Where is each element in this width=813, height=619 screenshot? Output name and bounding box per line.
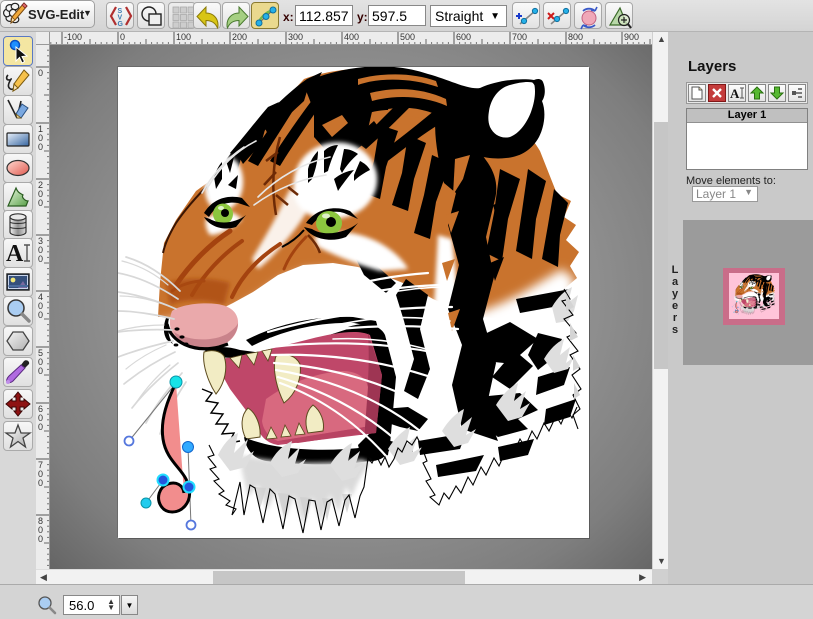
svg-text:0: 0: [38, 366, 43, 376]
svg-text:400: 400: [344, 32, 359, 42]
svg-text:600: 600: [456, 32, 471, 42]
svg-text:A: A: [730, 86, 740, 101]
svg-text:0: 0: [120, 32, 125, 42]
svg-text:500: 500: [400, 32, 415, 42]
svg-text:0: 0: [38, 198, 43, 208]
svg-text:A: A: [6, 241, 24, 267]
svg-text:0: 0: [38, 254, 43, 264]
svg-text:0: 0: [38, 422, 43, 432]
svg-text:0: 0: [38, 310, 43, 320]
svg-text:0: 0: [38, 68, 43, 78]
svg-text:0: 0: [38, 534, 43, 544]
svg-text:700: 700: [512, 32, 527, 42]
svg-text:900: 900: [624, 32, 639, 42]
svg-text:800: 800: [568, 32, 583, 42]
svg-text:200: 200: [232, 32, 247, 42]
svg-text:G: G: [118, 21, 124, 28]
svg-text:0: 0: [38, 478, 43, 488]
svg-text:-100: -100: [64, 32, 82, 42]
svg-text:0: 0: [38, 142, 43, 152]
svg-text:100: 100: [176, 32, 191, 42]
svg-text:300: 300: [288, 32, 303, 42]
